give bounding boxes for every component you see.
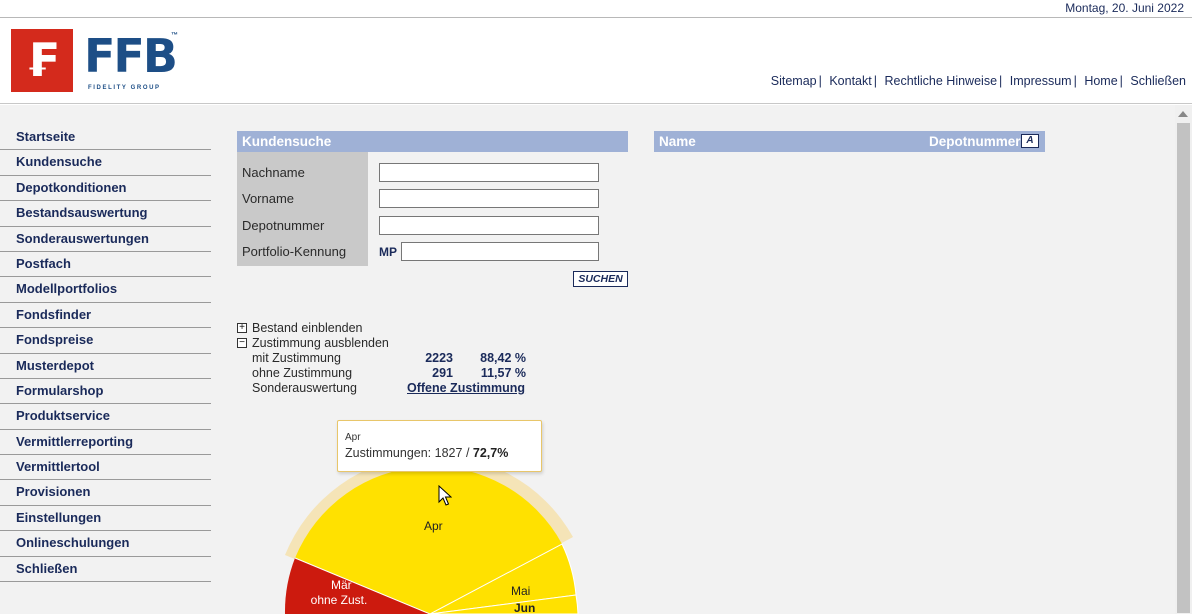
nachname-input[interactable] (379, 163, 599, 182)
label-column: Nachname Vorname Depotnummer Portfolio-K… (237, 152, 368, 266)
slice-label-jun: Jun (514, 601, 535, 614)
sort-button[interactable]: A (1021, 134, 1039, 148)
chart-tooltip: Apr Zustimmungen: 1827 / 72,7% (337, 420, 542, 472)
tooltip-month: Apr (345, 432, 361, 443)
top-date-bar: Montag, 20. Juni 2022 (0, 0, 1192, 18)
toggle-bestand[interactable]: + Bestand einblenden (237, 321, 537, 336)
link-kontakt[interactable]: Kontakt (829, 74, 871, 88)
sidebar-item-schliessen[interactable]: Schließen (0, 557, 211, 583)
label-nachname: Nachname (242, 165, 305, 180)
column-depotnummer[interactable]: Depotnummer (929, 131, 1021, 152)
slice-label-maer-ohne: ohne Zust. (311, 593, 368, 607)
top-navigation: Sitemap | Kontakt | Rechtliche Hinweise | I… (771, 74, 1186, 88)
depotnummer-input[interactable] (379, 216, 599, 235)
results-header: Name Depotnummer A (654, 131, 1045, 152)
sidebar-item-startseite[interactable]: Startseite (0, 125, 211, 151)
collapse-icon: − (237, 338, 247, 348)
expand-icon: + (237, 323, 247, 333)
link-impressum[interactable]: Impressum (1010, 74, 1072, 88)
sidebar-item-einstellungen[interactable]: Einstellungen (0, 506, 211, 532)
toggle-bestand-label: Bestand einblenden (252, 321, 363, 335)
sidebar-item-fondspreise[interactable]: Fondspreise (0, 328, 211, 354)
consent-statistics: + Bestand einblenden − Zustimmung ausble… (237, 321, 537, 396)
search-form: Nachname Vorname Depotnummer Portfolio-K… (237, 152, 628, 266)
label-depotnummer: Depotnummer (242, 218, 325, 233)
scroll-thumb[interactable] (1177, 123, 1190, 613)
ffb-logo-subtitle: FIDELITY GROUP (88, 85, 161, 91)
label-portfolio-kennung: Portfolio-Kennung (242, 244, 347, 259)
column-name[interactable]: Name (659, 134, 696, 149)
stats-count: 2223 (425, 351, 453, 365)
panel-title: Kundensuche (237, 131, 628, 152)
sonder-label: Sonderauswertung (252, 381, 357, 395)
toggle-zustimmung-label: Zustimmung ausblenden (252, 336, 389, 350)
sidebar-item-provisionen[interactable]: Provisionen (0, 480, 211, 506)
slice-label-mai: Mai (511, 584, 530, 598)
toggle-zustimmung[interactable]: − Zustimmung ausblenden (237, 336, 537, 351)
offene-zustimmung-link[interactable]: Offene Zustimmung (407, 381, 525, 396)
tooltip-separator: / (465, 446, 470, 460)
stats-row: Sonderauswertung Offene Zustimmung (237, 381, 537, 396)
portfolio-kennung-input[interactable] (401, 242, 599, 261)
separator: | (873, 74, 877, 88)
tooltip-percent: 72,7% (472, 446, 509, 460)
sidebar-item-postfach[interactable]: Postfach (0, 252, 211, 278)
stats-row: mit Zustimmung 2223 88,42 % (237, 351, 537, 366)
link-rechtliche-hinweise[interactable]: Rechtliche Hinweise (884, 74, 997, 88)
search-button[interactable]: SUCHEN (573, 271, 628, 287)
separator: | (999, 74, 1003, 88)
stats-label: mit Zustimmung (252, 351, 341, 365)
current-date: Montag, 20. Juni 2022 (1065, 1, 1184, 15)
sidebar-item-bestandsauswertung[interactable]: Bestandsauswertung (0, 201, 211, 227)
link-schliessen[interactable]: Schließen (1130, 74, 1186, 88)
ffb-logo-glyph: ₣ (25, 33, 58, 87)
mp-prefix: MP (379, 245, 397, 259)
ffb-logo-text[interactable]: FFB (84, 33, 178, 79)
link-home[interactable]: Home (1084, 74, 1117, 88)
main-content: Startseite Kundensuche Depotkonditionen … (0, 105, 1192, 614)
header: ₣ FFB ™ FIDELITY GROUP Sitemap | Kontakt |… (0, 19, 1192, 104)
stats-row: ohne Zustimmung 291 11,57 % (237, 366, 537, 381)
stats-label: ohne Zustimmung (252, 366, 353, 380)
tooltip-count: 1827 (434, 446, 463, 460)
results-panel: Name Depotnummer A (654, 131, 1045, 152)
mouse-pointer-icon (438, 485, 452, 506)
vertical-scrollbar[interactable] (1175, 105, 1192, 614)
sidebar-item-vermittlerreporting[interactable]: Vermittlerreporting (0, 430, 211, 456)
sidebar-nav: Startseite Kundensuche Depotkonditionen … (0, 125, 211, 583)
stats-percent: 88,42 % (480, 351, 526, 365)
slice-label-apr: Apr (424, 519, 443, 533)
separator: | (1119, 74, 1123, 88)
tooltip-label: Zustimmungen: (345, 446, 432, 460)
stats-count: 291 (432, 366, 453, 380)
trademark-mark: ™ (171, 32, 178, 39)
slice-label-maer-month: Mär (331, 578, 352, 592)
label-vorname: Vorname (242, 191, 295, 206)
link-sitemap[interactable]: Sitemap (771, 74, 817, 88)
sidebar-item-produktservice[interactable]: Produktservice (0, 404, 211, 430)
vorname-input[interactable] (379, 189, 599, 208)
sidebar-item-formularshop[interactable]: Formularshop (0, 379, 211, 405)
sidebar-item-modellportfolios[interactable]: Modellportfolios (0, 277, 211, 303)
separator: | (818, 74, 822, 88)
customer-search-panel: Kundensuche Nachname Vorname Depotnummer… (237, 131, 628, 287)
sidebar-item-depotkonditionen[interactable]: Depotkonditionen (0, 176, 211, 202)
stats-percent: 11,57 % (480, 366, 526, 380)
sidebar-item-sonderauswertungen[interactable]: Sonderauswertungen (0, 227, 211, 252)
sidebar-item-onlineschulungen[interactable]: Onlineschulungen (0, 531, 211, 557)
sidebar-item-fondsfinder[interactable]: Fondsfinder (0, 303, 211, 329)
sidebar-item-vermittlertool[interactable]: Vermittlertool (0, 455, 211, 481)
ffb-logo-mark[interactable]: ₣ (11, 29, 73, 92)
scroll-up-arrow-icon[interactable] (1178, 111, 1188, 117)
tooltip-value: Zustimmungen: 1827 / 72,7% (345, 446, 508, 460)
separator: | (1073, 74, 1077, 88)
sidebar-item-kundensuche[interactable]: Kundensuche (0, 150, 211, 176)
sidebar-item-musterdepot[interactable]: Musterdepot (0, 354, 211, 379)
